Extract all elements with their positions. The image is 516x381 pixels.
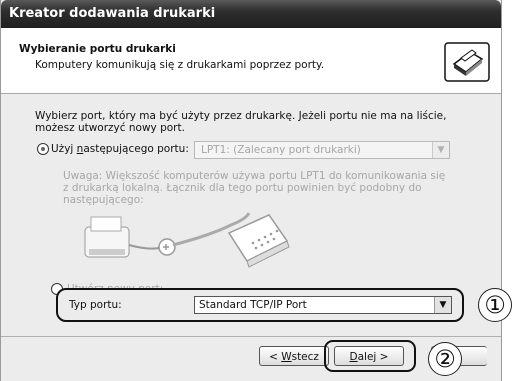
page-subtitle: Komputery komunikują się z drukarkami po… [35,59,325,71]
footer-divider [1,336,501,337]
back-rest: stecz [291,351,319,363]
chevron-down-icon[interactable]: ▼ [434,297,451,313]
title-bar: Kreator dodawania drukarki [1,0,501,28]
next-button[interactable]: Dalej > [334,346,404,366]
label-prefix: Użyj [51,143,77,155]
port-note-text: Uwaga: Większość komputerów używa portu … [63,170,446,206]
port-type-label: Typ portu: [69,299,122,311]
window-title: Kreator dodawania drukarki [9,6,216,21]
back-button[interactable]: < Wstecz [259,346,329,366]
use-existing-port-label[interactable]: Użyj następującego portu: [51,143,189,155]
port-type-select[interactable]: Standard TCP/IP Port ▼ [194,296,452,314]
add-printer-wizard-window: Kreator dodawania drukarki Wybieranie po… [0,0,502,381]
lpt-connector-illustration [81,205,411,285]
existing-port-value: LPT1: (Zalecany port drukarki) [201,144,361,156]
port-type-value: Standard TCP/IP Port [199,299,307,311]
radio-use-existing-port[interactable] [37,143,49,155]
printer-icon [444,42,490,82]
callout-1: ① [478,288,512,322]
intro-text: Wybierz port, który ma być użyty przez d… [35,110,447,134]
callout-2: ② [428,342,462,376]
back-prefix: < [269,351,282,363]
chevron-down-icon: ▼ [432,142,449,158]
wizard-header: Wybieranie portu drukarki Komputery komu… [1,28,501,94]
back-accel: W [281,351,292,363]
port-type-highlight: Typ portu: Standard TCP/IP Port ▼ [56,288,464,322]
next-accel: D [349,351,358,363]
existing-port-select[interactable]: LPT1: (Zalecany port drukarki) ▼ [194,141,450,159]
label-rest: astępującego portu: [83,143,189,155]
page-title: Wybieranie portu drukarki [19,43,176,55]
next-rest: alej > [357,351,389,363]
